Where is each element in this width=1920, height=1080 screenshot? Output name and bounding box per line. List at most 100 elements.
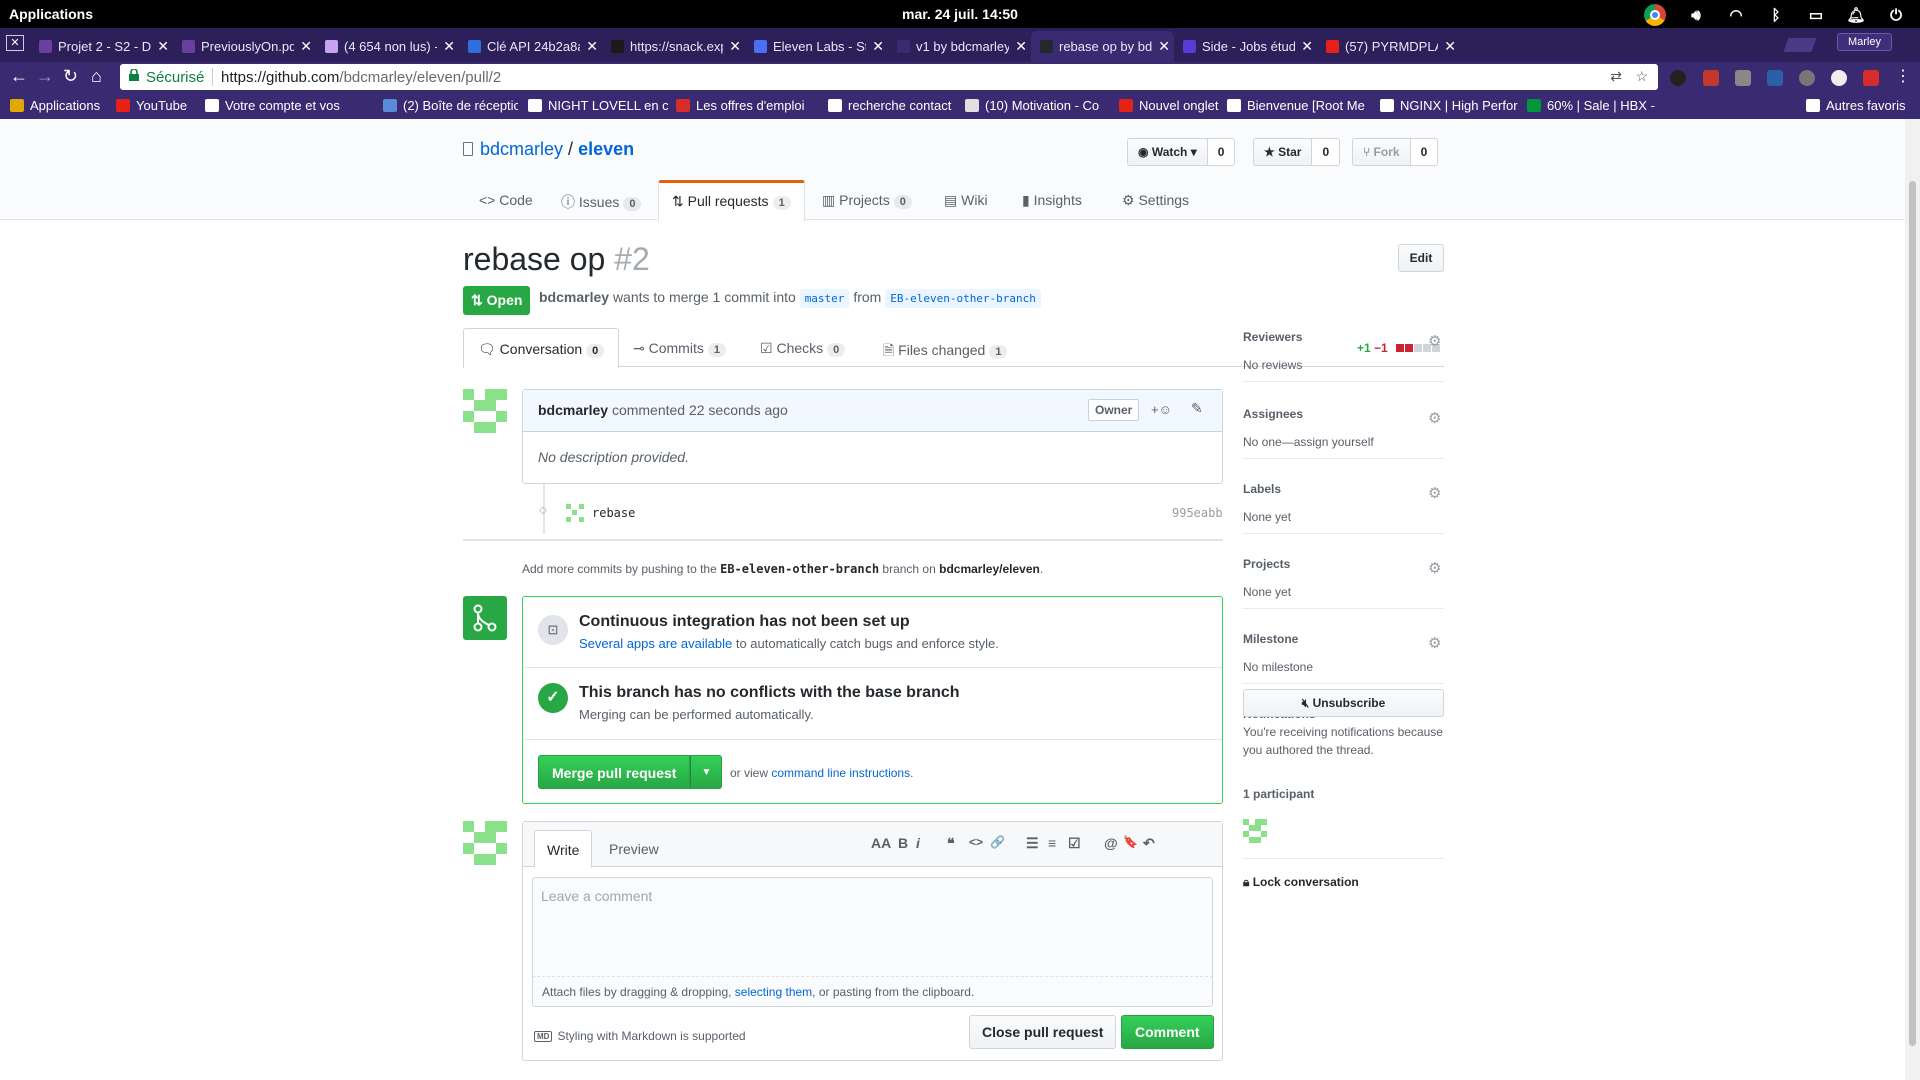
tab-close-icon[interactable]: ✕	[729, 38, 741, 55]
commit-sha-link[interactable]: 995eabb	[1172, 506, 1223, 520]
gear-icon[interactable]: ⚙	[1428, 634, 1441, 652]
bookmark-item[interactable]: Les offres d'emploi	[676, 98, 816, 113]
bluetooth-icon[interactable]: ᛒ	[1766, 5, 1786, 25]
repo-name-link[interactable]: eleven	[578, 139, 634, 159]
bookmark-star-icon[interactable]: ☆	[1635, 68, 1648, 85]
browser-tab[interactable]: Eleven Labs - Studio ✕	[745, 31, 888, 62]
browser-tab[interactable]: https://snack.expo.io ✕	[602, 31, 745, 62]
wifi-icon[interactable]: ◠	[1726, 5, 1746, 25]
command-line-instructions-link[interactable]: command line instructions	[771, 766, 910, 780]
head-branch[interactable]: EB-eleven-other-branch	[885, 289, 1041, 308]
profile-button[interactable]: Marley	[1836, 33, 1892, 51]
browser-tab[interactable]: Projet 2 - S2 - Dévelo ✕	[30, 31, 173, 62]
system-clock[interactable]: mar. 24 juil. 14:50	[902, 6, 1018, 22]
comment-button[interactable]: Comment	[1121, 1015, 1214, 1049]
task-list-icon[interactable]: ☑	[1068, 835, 1081, 852]
repo-owner-link[interactable]: bdcmarley	[480, 139, 563, 159]
menu-icon[interactable]: ⋮	[1895, 66, 1911, 86]
star-count[interactable]: 0	[1312, 138, 1341, 166]
tab-close-icon[interactable]: ✕	[1301, 38, 1313, 55]
extension-icon-1[interactable]	[1670, 70, 1686, 86]
bookmark-item[interactable]: Applications	[10, 98, 105, 113]
edit-title-button[interactable]: Edit	[1398, 244, 1444, 272]
page-scrollbar[interactable]	[1905, 119, 1920, 1080]
home-icon[interactable]: ⌂	[91, 66, 102, 87]
tab-close-icon[interactable]: ✕	[1158, 38, 1170, 55]
scrollbar-thumb[interactable]	[1909, 181, 1916, 1046]
quote-icon[interactable]: ❝	[947, 835, 955, 852]
comment-timestamp[interactable]: commented 22 seconds ago	[612, 402, 788, 418]
attach-files-bar[interactable]: Attach files by dragging & dropping, sel…	[532, 977, 1213, 1007]
bookmark-icon[interactable]: 🔖	[1123, 835, 1138, 849]
close-pull-request-button[interactable]: Close pull request	[969, 1015, 1117, 1049]
reply-icon[interactable]: ↶	[1143, 835, 1155, 852]
avatar[interactable]	[463, 821, 507, 865]
power-icon[interactable]: ⏻	[1886, 5, 1906, 25]
commit-message-link[interactable]: rebase	[592, 506, 635, 520]
translate-icon[interactable]: ⇄	[1610, 68, 1622, 85]
unsubscribe-button[interactable]: 🔇︎ Unsubscribe	[1243, 689, 1444, 717]
reload-icon[interactable]: ↻	[63, 66, 78, 87]
ci-apps-link[interactable]: Several apps are available	[579, 636, 732, 651]
base-branch[interactable]: master	[799, 289, 850, 308]
bulleted-list-icon[interactable]: ☰	[1026, 835, 1039, 852]
ublock-icon[interactable]	[1703, 70, 1719, 86]
comment-textarea[interactable]	[532, 877, 1213, 977]
bookmark-item[interactable]: Nouvel onglet	[1119, 98, 1219, 113]
extension-icon-7[interactable]	[1863, 70, 1879, 86]
tab-issues[interactable]: ⓘ Issues 0	[561, 180, 642, 220]
watch-count[interactable]: 0	[1207, 138, 1236, 166]
tab-conversation[interactable]: 🗨︎ Conversation 0	[463, 328, 620, 368]
bold-icon[interactable]: B	[898, 835, 908, 851]
select-files-link[interactable]: selecting them	[735, 985, 812, 999]
comment-author-link[interactable]: bdcmarley	[538, 402, 608, 418]
extension-icon-4[interactable]	[1767, 70, 1783, 86]
bookmark-item[interactable]: recherche contact	[828, 98, 958, 113]
italic-icon[interactable]: i	[916, 835, 920, 851]
extension-icon-5[interactable]	[1799, 70, 1815, 86]
tab-settings[interactable]: ⚙ Settings	[1122, 180, 1189, 220]
tab-commits[interactable]: ⊸ Commits 1	[633, 328, 726, 367]
watch-button[interactable]: ◉ Watch ▾	[1127, 138, 1208, 166]
participant-avatar[interactable]	[1243, 819, 1267, 843]
gear-icon[interactable]: ⚙	[1428, 559, 1441, 577]
battery-icon[interactable]: ▭	[1806, 5, 1826, 25]
numbered-list-icon[interactable]: ≡	[1048, 835, 1056, 851]
merge-method-dropdown[interactable]: ▼	[690, 755, 723, 789]
fork-count[interactable]: 0	[1410, 138, 1439, 166]
extension-icon-6[interactable]	[1831, 70, 1847, 86]
volume-icon[interactable]: 🔊︎	[1686, 5, 1706, 25]
tab-close-icon[interactable]: ✕	[443, 38, 455, 55]
bookmark-item[interactable]: (10) Motivation - Co	[965, 98, 1110, 113]
browser-tab[interactable]: Side - Jobs étudiants ✕	[1174, 31, 1317, 62]
tab-close-icon[interactable]: ✕	[1015, 38, 1027, 55]
browser-tab[interactable]: PreviouslyOn.pdf ✕	[173, 31, 316, 62]
tab-preview[interactable]: Preview	[597, 830, 671, 868]
window-close-icon[interactable]: ✕	[6, 35, 24, 51]
gear-icon[interactable]: ⚙	[1428, 409, 1441, 427]
commit-avatar[interactable]	[566, 504, 584, 522]
tab-checks[interactable]: ☑ Checks 0	[760, 328, 846, 367]
browser-tab[interactable]: (57) PYRMDPLAZ ✕	[1317, 31, 1460, 62]
applications-menu[interactable]: Applications	[9, 6, 93, 22]
tab-close-icon[interactable]: ✕	[1444, 38, 1456, 55]
code-icon[interactable]: <>	[969, 835, 983, 849]
url-text[interactable]: https://github.com/bdcmarley/eleven/pull…	[221, 69, 501, 86]
bell-icon[interactable]: 🔔︎	[1846, 5, 1866, 25]
pr-author-link[interactable]: bdcmarley	[539, 289, 609, 305]
new-tab-button[interactable]	[1783, 38, 1817, 52]
link-icon[interactable]: 🔗	[990, 835, 1005, 849]
tab-wiki[interactable]: ▤ Wiki	[944, 180, 988, 220]
markdown-hint[interactable]: MD Styling with Markdown is supported	[534, 1029, 746, 1043]
address-bar[interactable]: Sécurisé https://github.com/bdcmarley/el…	[120, 64, 1658, 90]
bookmark-item[interactable]: Autres favoris	[1806, 98, 1906, 113]
browser-tab[interactable]: rebase op by bdcma ✕	[1031, 31, 1174, 62]
tab-files-changed[interactable]: 🗎 Files changed 1	[883, 328, 1008, 367]
gear-icon[interactable]: ⚙	[1428, 484, 1441, 502]
bookmark-item[interactable]: 60% | Sale | HBX -	[1527, 98, 1682, 113]
chrome-icon[interactable]	[1644, 4, 1666, 26]
bookmark-item[interactable]: YouTube	[116, 98, 196, 113]
assignees-value[interactable]: No one—assign yourself	[1243, 435, 1374, 449]
add-reaction-icon[interactable]: +☺	[1151, 402, 1172, 417]
forward-icon[interactable]: →	[36, 66, 54, 87]
